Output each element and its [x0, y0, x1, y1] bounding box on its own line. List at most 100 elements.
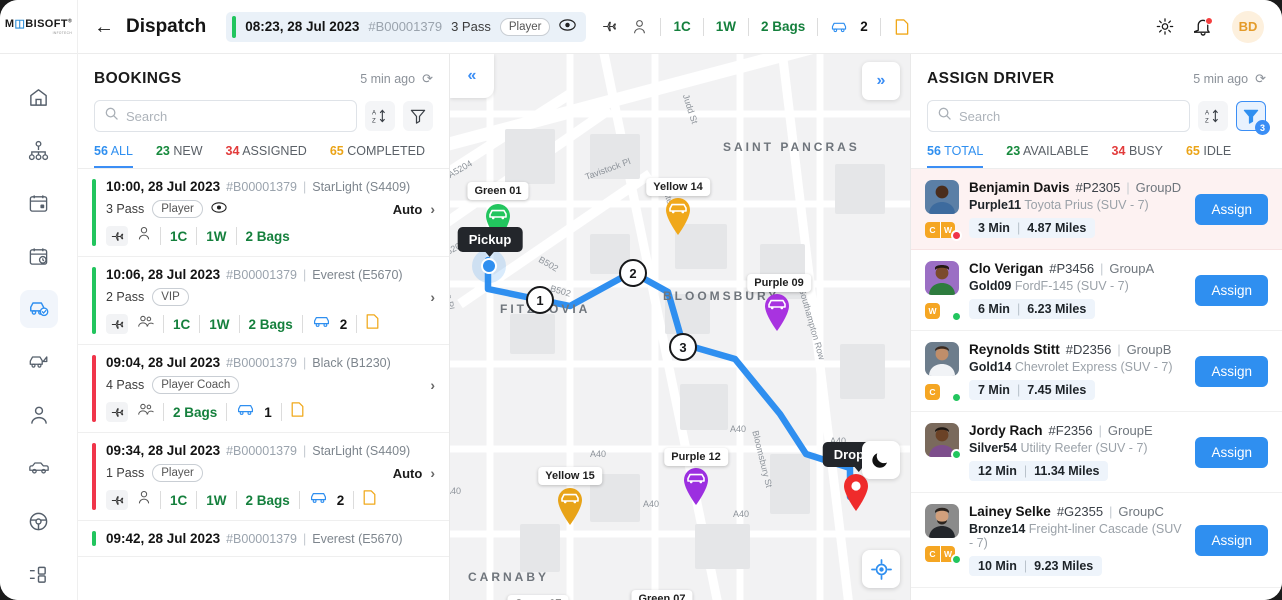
eye-icon[interactable]	[211, 200, 227, 218]
app-logo: M◫BISOFT® INFOTECH	[0, 0, 78, 54]
sidebar-item-schedule[interactable]	[20, 237, 58, 275]
status-dot	[951, 311, 962, 322]
sidebar-item-home[interactable]	[20, 78, 58, 116]
sidebar-item-fleet[interactable]	[20, 343, 58, 381]
booking-id: #B00001379	[226, 268, 297, 282]
map-marker-label[interactable]: Purple 09	[747, 274, 811, 292]
chevron-right-icon[interactable]: ›	[430, 201, 435, 217]
bookings-search[interactable]	[94, 100, 357, 132]
map-marker-label[interactable]: Green 07	[507, 595, 569, 600]
assign-button[interactable]: Assign	[1195, 274, 1268, 306]
divider	[660, 17, 662, 36]
list-item[interactable]: 09:42, 28 Jul 2023 #B00001379 | Everest …	[78, 521, 449, 557]
list-item[interactable]: 09:34, 28 Jul 2023 #B00001379 | StarLigh…	[78, 433, 449, 521]
person-icon	[137, 226, 151, 246]
sidebar-item-dispatch[interactable]	[19, 290, 58, 328]
page-title: Dispatch	[126, 15, 207, 37]
driver-eta: 10 Min | 9.23 Miles	[969, 556, 1103, 576]
sidebar-item-vehicles[interactable]	[20, 449, 58, 487]
refresh-icon[interactable]: ⟳	[1255, 71, 1266, 87]
search-input[interactable]	[126, 108, 346, 124]
sidebar-item-bookings[interactable]	[20, 184, 58, 222]
list-item[interactable]: C W Benjamin Davis #P2305 | GroupD Purpl…	[911, 169, 1282, 250]
tab-available[interactable]: 23 AVAILABLE	[1006, 144, 1088, 168]
driver-search-input[interactable]	[959, 108, 1179, 124]
tab-idle[interactable]: 65 IDLE	[1186, 144, 1231, 168]
map-area-label: CARNABY	[468, 570, 549, 584]
locate-icon[interactable]	[862, 550, 900, 588]
sidebar-item-drivers[interactable]	[20, 502, 58, 540]
tab-all[interactable]: 56 ALL	[94, 144, 133, 168]
gear-icon[interactable]	[1156, 18, 1174, 36]
bell-icon[interactable]	[1194, 16, 1213, 36]
tab-total[interactable]: 56 TOTAL	[927, 144, 984, 168]
list-item[interactable]: C Reynolds Stitt #D2356 | GroupB Gold14 …	[911, 331, 1282, 412]
assign-button[interactable]: Assign	[1195, 355, 1268, 387]
group-icon	[137, 402, 154, 422]
sort-az-icon[interactable]: AZ	[365, 101, 395, 131]
map-marker-label[interactable]: Yellow 14	[646, 178, 710, 196]
avatar[interactable]: BD	[1232, 10, 1264, 43]
list-item[interactable]: 10:00, 28 Jul 2023 #B00001379 | StarLigh…	[78, 169, 449, 257]
drivers-search[interactable]	[927, 100, 1190, 132]
wheelchair-count: 1W	[715, 19, 736, 34]
tab-new[interactable]: 23 NEW	[156, 144, 203, 168]
list-item[interactable]: Jordy Rach #F2356 | GroupE Silver54 Util…	[911, 412, 1282, 493]
tab-completed[interactable]: 65 COMPLETED	[330, 144, 425, 168]
list-item[interactable]: W Clo Verigan #P3456 | GroupA Gold09 For…	[911, 250, 1282, 331]
booking-id: #B00001379	[226, 180, 297, 194]
pickup-marker[interactable]	[481, 258, 497, 274]
map-marker-label[interactable]: Green 01	[467, 182, 529, 200]
moon-icon[interactable]	[862, 441, 900, 479]
driver-vehicle: FordF-145 (SUV - 7)	[1014, 279, 1129, 293]
map-marker-label[interactable]: Green 07	[631, 590, 693, 600]
collapse-bookings-button[interactable]: «	[450, 54, 494, 98]
map-marker-yellow-14[interactable]	[663, 196, 693, 236]
sidebar-item-passengers[interactable]	[20, 396, 58, 434]
sidebar-item-organization[interactable]	[20, 131, 58, 169]
status-bar	[232, 15, 237, 38]
bookings-updated-text: 5 min ago	[360, 72, 416, 86]
tab-busy[interactable]: 34 BUSY	[1112, 144, 1163, 168]
back-arrow-icon[interactable]: ←	[94, 17, 114, 37]
driver-eta-time: 10 Min	[978, 559, 1017, 573]
tab-assigned[interactable]: 34 ASSIGNED	[226, 144, 307, 168]
refresh-icon[interactable]: ⟳	[422, 71, 433, 87]
waypoint-2[interactable]: 2	[619, 259, 647, 287]
bookings-list[interactable]: 10:00, 28 Jul 2023 #B00001379 | StarLigh…	[78, 169, 449, 600]
sidebar	[0, 54, 78, 600]
waypoint-1[interactable]: 1	[526, 286, 554, 314]
map-marker-label[interactable]: Purple 12	[664, 448, 728, 466]
drivers-updated: 5 min ago ⟳	[1193, 71, 1266, 87]
assign-button[interactable]: Assign	[1195, 193, 1268, 225]
booking-passengers: 1 Pass	[106, 466, 145, 480]
list-item[interactable]: 09:04, 28 Jul 2023 #B00001379 | Black (B…	[78, 345, 449, 433]
booking-vehicle: StarLight (S4409)	[312, 444, 411, 458]
list-item[interactable]: 10:06, 28 Jul 2023 #B00001379 | Everest …	[78, 257, 449, 345]
chevron-right-icon[interactable]: ›	[430, 377, 435, 393]
sidebar-item-reports[interactable]	[20, 555, 58, 593]
filter-icon[interactable]	[403, 101, 433, 131]
expand-map-button[interactable]: »	[862, 62, 900, 100]
chevron-right-icon[interactable]: ›	[430, 289, 435, 305]
map-marker-purple-12[interactable]	[681, 466, 711, 506]
waypoint-3[interactable]: 3	[669, 333, 697, 361]
assign-button[interactable]: Assign	[1195, 524, 1268, 556]
map-marker-label[interactable]: Yellow 15	[538, 467, 602, 485]
map-view[interactable]: « » SAINT PANCRAS BLOOMSBURY FITZROVIA C…	[450, 54, 910, 600]
drivers-list[interactable]: C W Benjamin Davis #P2305 | GroupD Purpl…	[911, 169, 1282, 600]
filter-icon[interactable]: 3	[1236, 101, 1270, 135]
driver-eta: 7 Min | 7.45 Miles	[969, 380, 1096, 400]
driver-eta-time: 12 Min	[978, 464, 1017, 478]
map-marker-purple-09[interactable]	[762, 292, 792, 332]
list-item[interactable]: C W Lainey Selke #G2355 | GroupC Bronze1…	[911, 493, 1282, 588]
eye-icon[interactable]	[559, 19, 577, 34]
map-marker-yellow-15[interactable]	[555, 486, 585, 526]
driver-id: #P3456	[1049, 261, 1095, 276]
chevron-right-icon[interactable]: ›	[430, 465, 435, 481]
flight-icon	[106, 490, 128, 510]
map-area-label: SAINT PANCRAS	[723, 140, 860, 154]
sort-az-icon[interactable]: AZ	[1198, 101, 1228, 131]
map-street-label: A40	[730, 424, 747, 434]
assign-button[interactable]: Assign	[1195, 436, 1268, 468]
